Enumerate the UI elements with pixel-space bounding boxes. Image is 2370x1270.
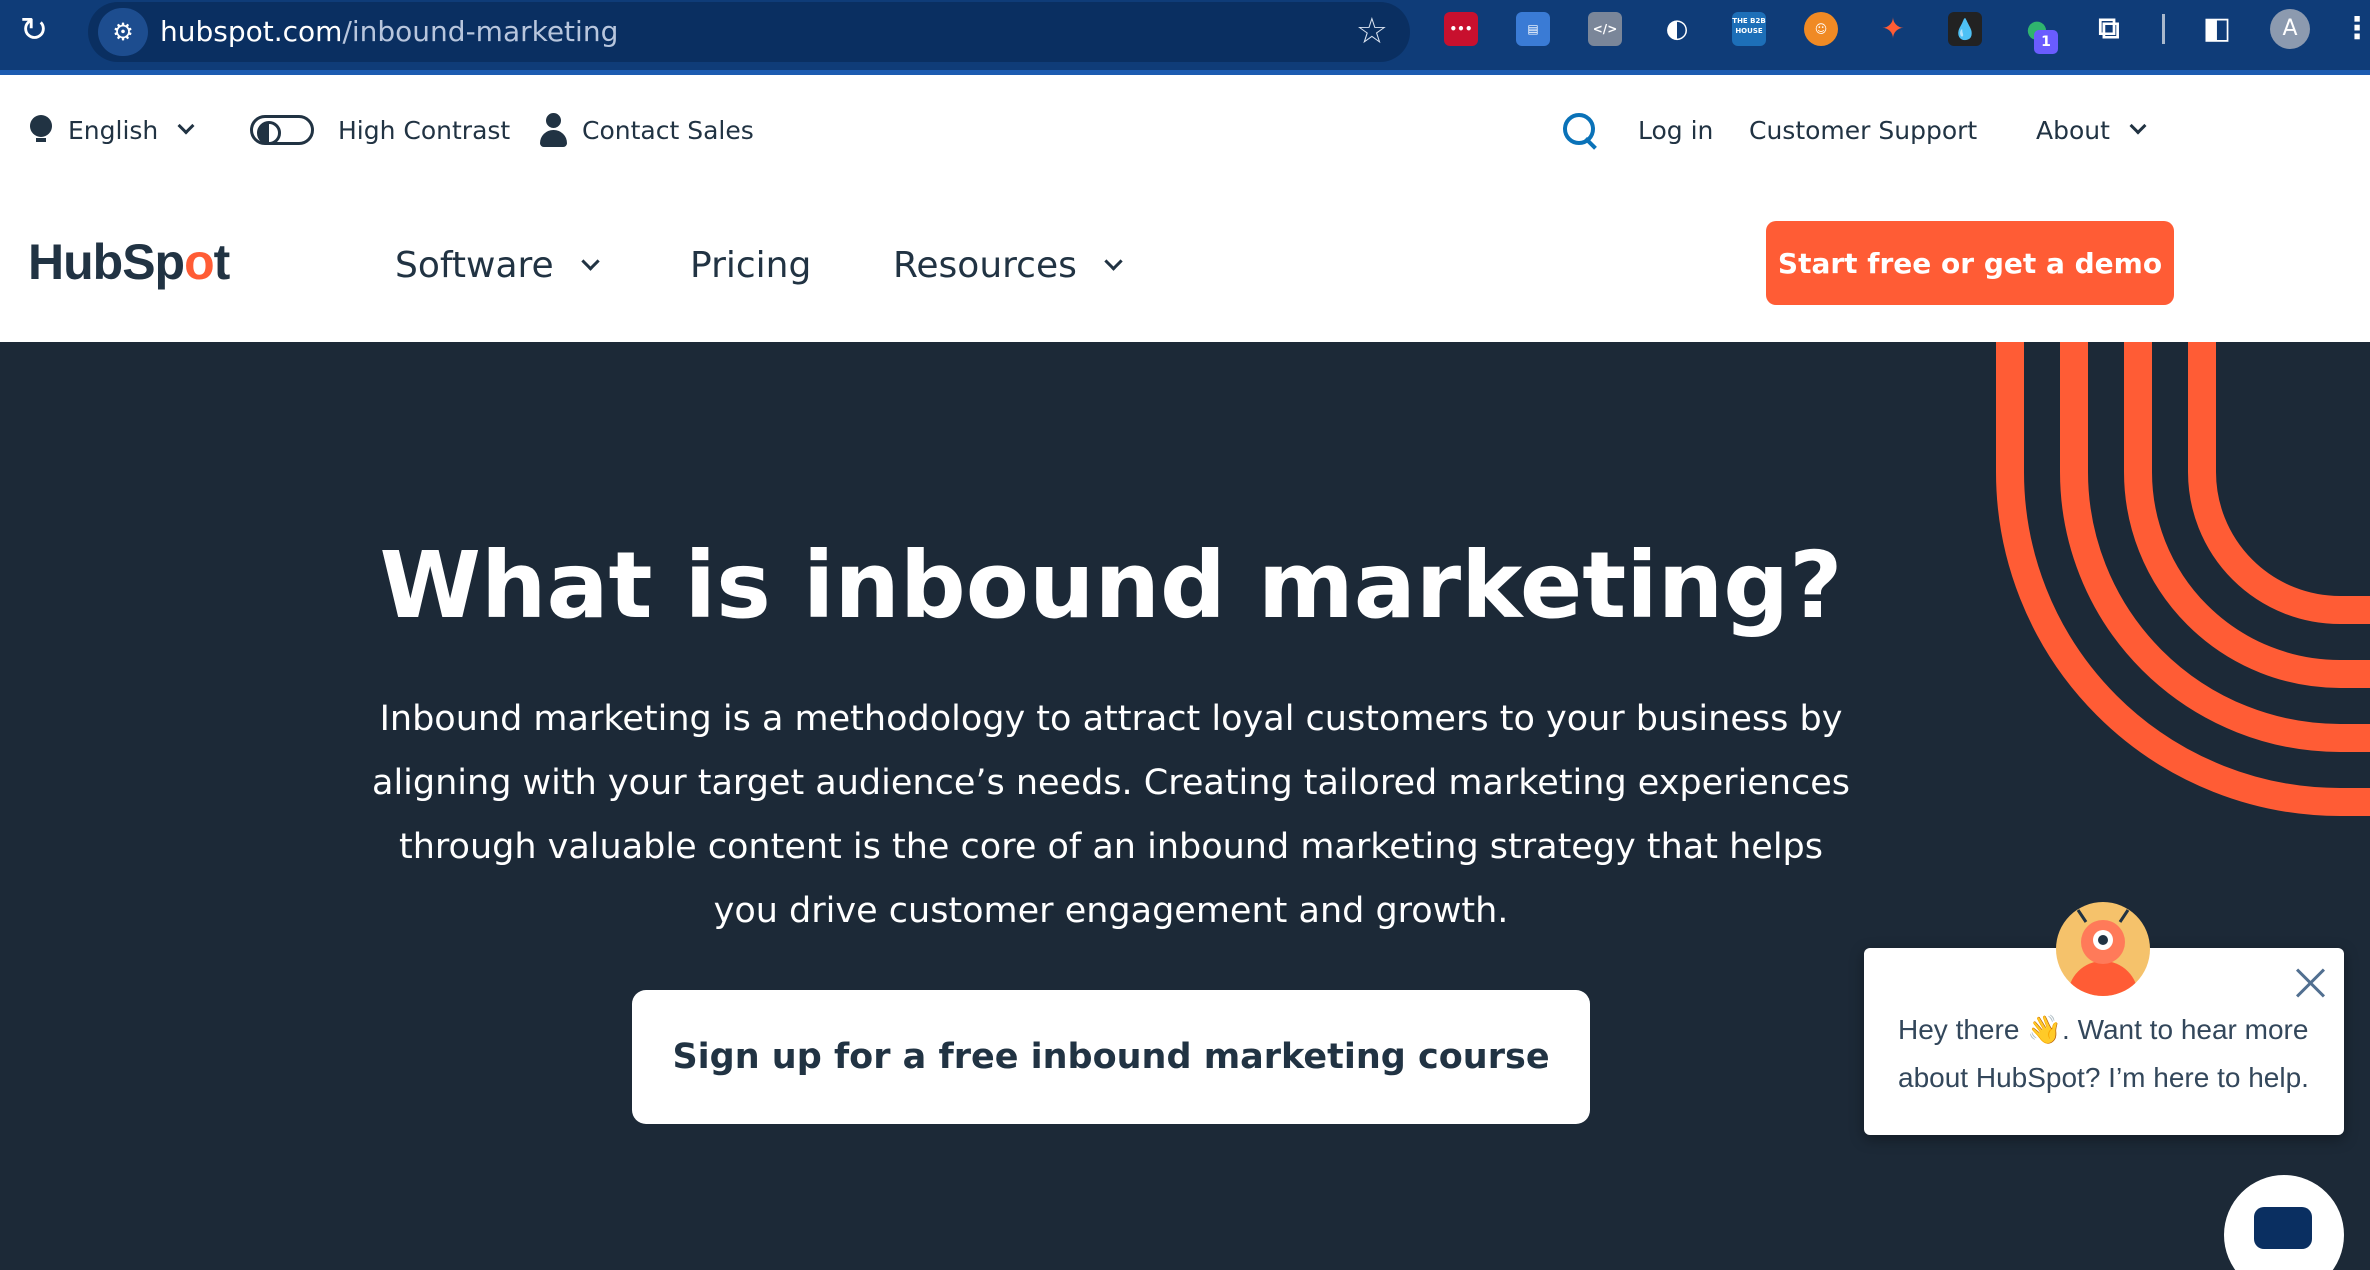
profile-avatar[interactable]: A — [2270, 9, 2310, 49]
browser-toolbar: ↻ ⚙ hubspot.com/inbound-marketing ☆ ••• … — [0, 0, 2370, 75]
arc-inner — [2188, 342, 2370, 624]
search-icon[interactable] — [1563, 113, 1599, 149]
nav-software-label: Software — [395, 244, 554, 286]
close-icon[interactable] — [2294, 966, 2326, 998]
nav-pricing-label: Pricing — [690, 244, 812, 286]
url-host: hubspot.com — [160, 15, 343, 48]
url-path: /inbound-marketing — [342, 15, 619, 48]
page-title: What is inbound marketing? — [379, 532, 1843, 639]
address-bar[interactable]: ⚙ hubspot.com/inbound-marketing ☆ — [88, 2, 1410, 62]
chevron-down-icon — [2129, 117, 2147, 135]
extension-globe-icon[interactable]: ◐ — [1660, 12, 1694, 46]
language-label: English — [68, 115, 159, 145]
chevron-down-icon — [177, 117, 195, 135]
customer-support-link[interactable]: Customer Support — [1749, 75, 1977, 185]
chevron-down-icon — [1104, 251, 1123, 271]
extension-b2b-house-icon[interactable]: THE B2B HOUSE — [1732, 12, 1766, 46]
browser-menu-icon[interactable]: ⋮ — [2340, 12, 2370, 46]
language-selector[interactable]: English — [28, 75, 195, 185]
toolbar-divider — [2162, 14, 2165, 44]
about-label: About — [2036, 115, 2110, 145]
extension-lastpass-icon[interactable]: ••• — [1444, 12, 1478, 46]
start-free-button[interactable]: Start free or get a demo — [1766, 221, 2174, 305]
url-text[interactable]: hubspot.com/inbound-marketing — [160, 15, 618, 48]
chevron-down-icon — [581, 251, 600, 271]
side-panel-icon[interactable]: ◧ — [2200, 12, 2234, 46]
extensions-puzzle-icon[interactable]: ⧉ — [2092, 12, 2126, 46]
hubspot-logo[interactable]: HubSpot — [28, 233, 230, 291]
nav-pricing[interactable]: Pricing — [690, 225, 811, 305]
customer-support-label: Customer Support — [1749, 115, 1978, 145]
site-info-icon[interactable]: ⚙ — [98, 8, 148, 56]
high-contrast-label: High Contrast — [338, 115, 511, 145]
globe-icon — [28, 115, 52, 145]
robot-icon — [2068, 909, 2138, 996]
reload-icon[interactable]: ↻ — [14, 10, 54, 50]
bookmark-star-icon[interactable]: ☆ — [1356, 10, 1388, 54]
extension-face-icon[interactable]: ☺ — [1804, 12, 1838, 46]
nav-resources-label: Resources — [893, 244, 1077, 286]
extension-badge: 1 — [2034, 30, 2058, 54]
extension-fox-icon[interactable]: ✦ — [1876, 12, 1910, 46]
person-icon — [540, 113, 567, 147]
utility-nav: English High Contrast Contact Sales Log … — [0, 75, 2370, 185]
nav-software[interactable]: Software — [395, 225, 600, 305]
contact-sales-link[interactable]: Contact Sales — [540, 75, 754, 185]
main-nav: HubSpot Software Pricing Resources Start… — [0, 185, 2370, 342]
login-label: Log in — [1638, 115, 1714, 145]
login-link[interactable]: Log in — [1638, 75, 1713, 185]
contact-sales-label: Contact Sales — [582, 115, 754, 145]
extension-drop-icon[interactable]: 💧 — [1948, 12, 1982, 46]
chatbot-avatar — [2056, 902, 2150, 996]
nav-resources[interactable]: Resources — [893, 225, 1123, 305]
toggle-switch-icon[interactable] — [250, 115, 314, 145]
chat-message: Hey there 👋. Want to hear more about Hub… — [1898, 1014, 2309, 1093]
about-menu[interactable]: About — [2036, 75, 2147, 185]
high-contrast-toggle[interactable]: High Contrast — [250, 75, 510, 185]
course-signup-button[interactable]: Sign up for a free inbound marketing cou… — [632, 990, 1590, 1124]
hero-description: Inbound marketing is a methodology to at… — [372, 699, 1851, 931]
extension-reader-icon[interactable]: ▤ — [1516, 12, 1550, 46]
extension-code-icon[interactable]: </> — [1588, 12, 1622, 46]
